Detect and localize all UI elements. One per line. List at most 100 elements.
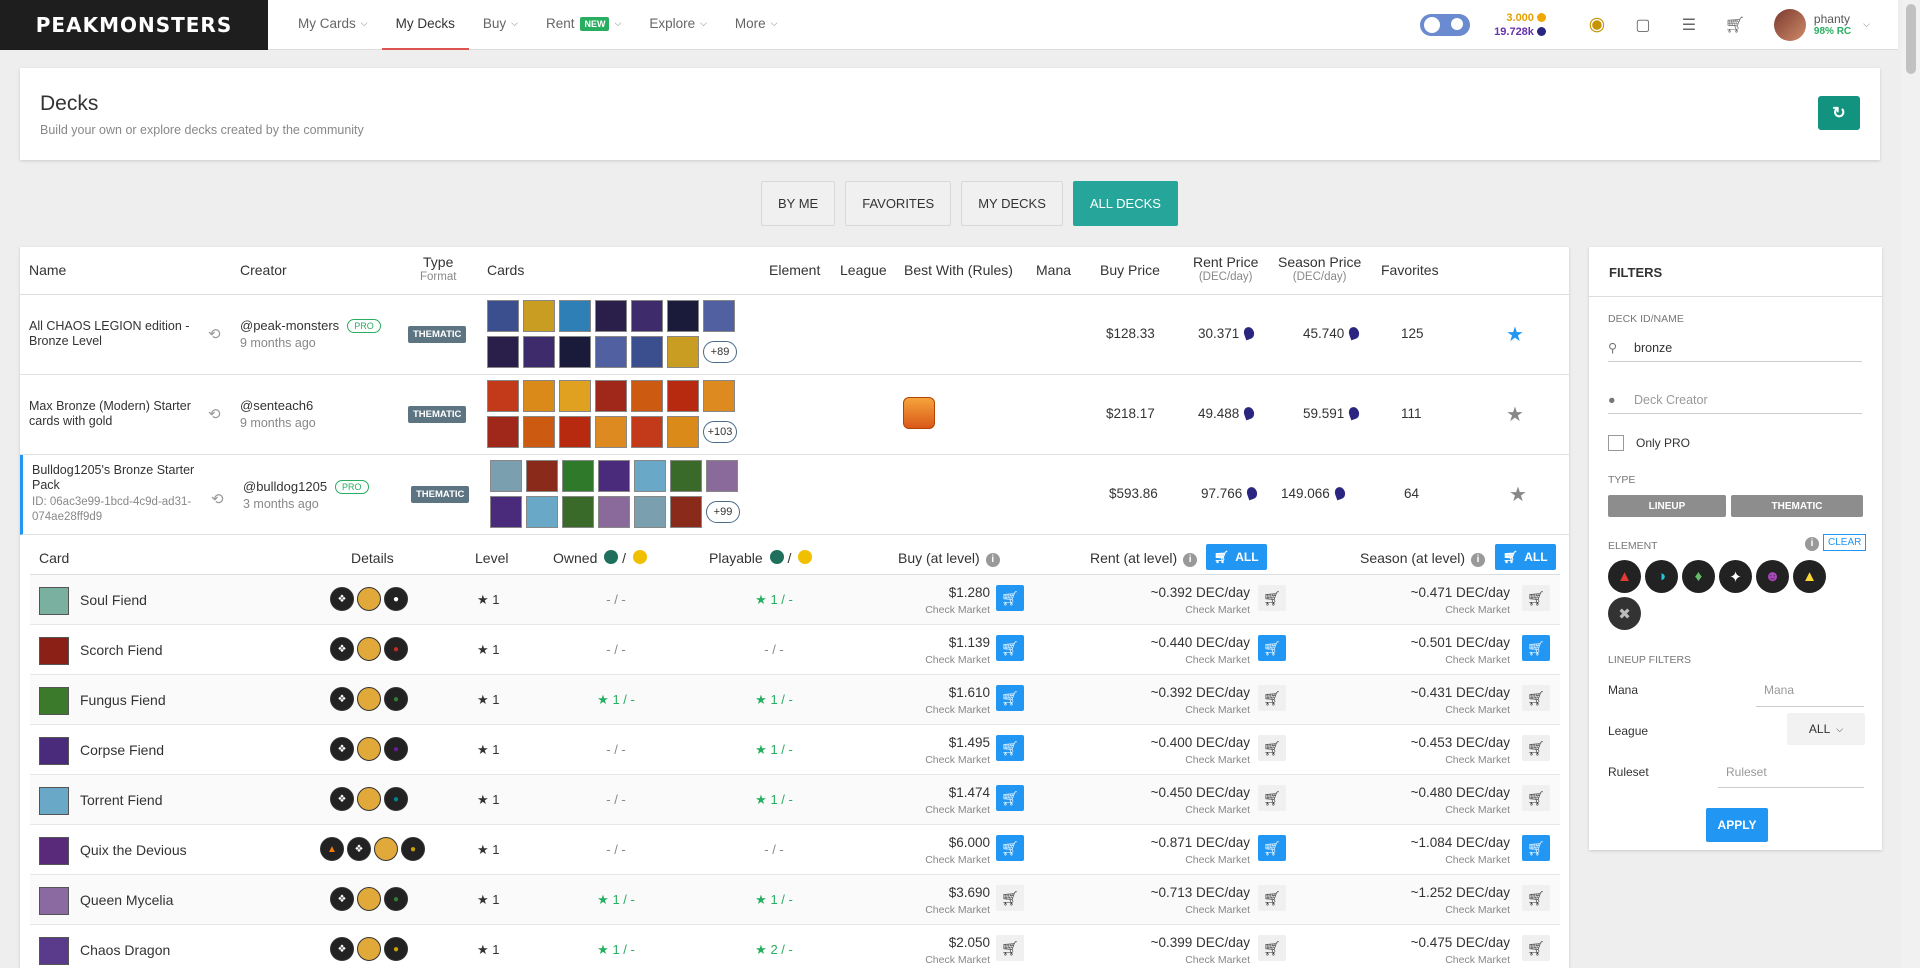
neutral-element-icon[interactable]: ✖: [1608, 597, 1641, 630]
cart-icon[interactable]: 🛒︎: [1722, 12, 1748, 38]
tab-all-decks[interactable]: ALL DECKS: [1072, 181, 1178, 226]
rent-all-button[interactable]: 🛒︎ ALL: [1206, 544, 1267, 570]
check-market-link[interactable]: Check Market: [910, 804, 990, 816]
card-name[interactable]: Soul Fiend: [80, 592, 147, 608]
card-thumbnail[interactable]: [634, 460, 666, 492]
chat-icon[interactable]: ◉: [1584, 12, 1610, 38]
table-row[interactable]: Scorch Fiend ❖ ● ★ 1 - / - - / - $1.139 C…: [30, 625, 1560, 675]
season-cart-button[interactable]: 🛒︎: [1522, 635, 1550, 661]
card-name[interactable]: Chaos Dragon: [80, 942, 170, 958]
season-cart-button[interactable]: 🛒︎: [1522, 785, 1550, 811]
table-row[interactable]: Fungus Fiend ❖ ● ★ 1 ★ 1 / - ★ 1 / - $1.…: [30, 675, 1560, 725]
rent-cart-button[interactable]: 🛒︎: [1258, 785, 1286, 811]
nav-item[interactable]: Rent NEW ⌵: [532, 0, 635, 50]
card-thumbnail[interactable]: [559, 336, 591, 368]
share-icon[interactable]: ⟲: [208, 325, 221, 343]
life-element-icon[interactable]: ✦: [1719, 560, 1752, 593]
card-thumbnail[interactable]: [562, 496, 594, 528]
check-market-link[interactable]: Check Market: [1120, 854, 1250, 866]
col-favorites[interactable]: Favorites: [1381, 262, 1439, 278]
season-cart-button[interactable]: 🛒︎: [1522, 685, 1550, 711]
season-all-button[interactable]: 🛒︎ ALL: [1495, 544, 1556, 570]
more-cards-badge[interactable]: +89: [703, 341, 737, 363]
favorite-star-icon[interactable]: ★: [1506, 322, 1524, 347]
check-market-link[interactable]: Check Market: [1380, 954, 1510, 966]
card-image[interactable]: [39, 637, 69, 665]
card-thumbnail[interactable]: [634, 496, 666, 528]
buy-cart-button[interactable]: 🛒︎: [996, 585, 1024, 611]
deck-creator-input[interactable]: ● Deck Creator: [1608, 386, 1862, 414]
card-image[interactable]: [39, 887, 69, 915]
apply-button[interactable]: APPLY: [1706, 808, 1768, 842]
check-market-link[interactable]: Check Market: [910, 954, 990, 966]
card-image[interactable]: [39, 837, 69, 865]
fire-element-icon[interactable]: ▲: [1608, 560, 1641, 593]
check-market-link[interactable]: Check Market: [1120, 654, 1250, 666]
rent-cart-button[interactable]: 🛒︎: [1258, 585, 1286, 611]
col-buy-price[interactable]: Buy Price: [1100, 262, 1160, 278]
table-row[interactable]: Queen Mycelia ❖ ● ★ 1 ★ 1 / - ★ 1 / - $3…: [30, 875, 1560, 925]
deck-name[interactable]: Bulldog1205's Bronze Starter Pack ID: 06…: [32, 463, 202, 525]
check-market-link[interactable]: Check Market: [910, 654, 990, 666]
deck-creator[interactable]: @peak-monsters PRO 9 months ago: [240, 317, 381, 352]
season-cart-button[interactable]: 🛒︎: [1522, 935, 1550, 961]
card-thumbnail[interactable]: [559, 380, 591, 412]
dragon-element-icon[interactable]: ▲: [1793, 560, 1826, 593]
season-cart-button[interactable]: 🛒︎: [1522, 835, 1550, 861]
table-row[interactable]: Torrent Fiend ❖ ● ★ 1 - / - ★ 1 / - $1.4…: [30, 775, 1560, 825]
more-cards-badge[interactable]: +103: [703, 421, 737, 443]
mana-input[interactable]: Mana: [1764, 683, 1794, 697]
water-element-icon[interactable]: ◑: [1645, 560, 1678, 593]
layers-icon[interactable]: ☰: [1676, 12, 1702, 38]
card-thumbnail[interactable]: [631, 380, 663, 412]
card-name[interactable]: Torrent Fiend: [80, 792, 162, 808]
nav-item[interactable]: My Decks: [381, 0, 469, 50]
tab-favorites[interactable]: FAVORITES: [845, 181, 952, 226]
card-thumbnail[interactable]: [487, 300, 519, 332]
card-thumbnail[interactable]: [487, 416, 519, 448]
card-thumbnail[interactable]: [523, 380, 555, 412]
check-market-link[interactable]: Check Market: [1120, 904, 1250, 916]
card-thumbnail[interactable]: [595, 300, 627, 332]
ruleset-input[interactable]: Ruleset: [1726, 765, 1767, 779]
season-cart-button[interactable]: 🛒︎: [1522, 885, 1550, 911]
nav-item[interactable]: Explore ⌵: [635, 0, 721, 50]
check-market-link[interactable]: Check Market: [1380, 604, 1510, 616]
card-name[interactable]: Corpse Fiend: [80, 742, 164, 758]
card-image[interactable]: [39, 787, 69, 815]
check-market-link[interactable]: Check Market: [910, 754, 990, 766]
season-cart-button[interactable]: 🛒︎: [1522, 735, 1550, 761]
check-market-link[interactable]: Check Market: [1380, 904, 1510, 916]
card-thumbnail[interactable]: [559, 416, 591, 448]
table-row[interactable]: Chaos Dragon ❖ ● ★ 1 ★ 1 / - ★ 2 / - $2.…: [30, 925, 1560, 968]
card-image[interactable]: [39, 687, 69, 715]
check-market-link[interactable]: Check Market: [910, 904, 990, 916]
buy-cart-button[interactable]: 🛒︎: [996, 935, 1024, 961]
card-thumbnail[interactable]: [631, 336, 663, 368]
card-image[interactable]: [39, 737, 69, 765]
col-season-price[interactable]: Season Price (DEC/day): [1278, 254, 1361, 283]
card-thumbnail[interactable]: [667, 380, 699, 412]
more-cards-badge[interactable]: +99: [706, 501, 740, 523]
buy-cart-button[interactable]: 🛒︎: [996, 735, 1024, 761]
card-thumbnail[interactable]: [706, 460, 738, 492]
dark-mode-toggle[interactable]: [1420, 13, 1471, 36]
card-thumbnail[interactable]: [595, 416, 627, 448]
check-market-link[interactable]: Check Market: [1120, 704, 1250, 716]
card-thumbnail[interactable]: [490, 496, 522, 528]
earth-element-icon[interactable]: ♦: [1682, 560, 1715, 593]
check-market-link[interactable]: Check Market: [910, 854, 990, 866]
card-thumbnail[interactable]: [631, 416, 663, 448]
refresh-button[interactable]: ↻: [1818, 96, 1860, 130]
card-thumbnail[interactable]: [526, 460, 558, 492]
clear-button[interactable]: CLEAR: [1823, 534, 1867, 551]
table-row[interactable]: Soul Fiend ❖ ● ★ 1 - / - ★ 1 / - $1.280 C…: [30, 575, 1560, 625]
card-thumbnail[interactable]: [595, 380, 627, 412]
check-market-link[interactable]: Check Market: [1120, 954, 1250, 966]
inbox-icon[interactable]: ▢: [1630, 12, 1656, 38]
card-thumbnail[interactable]: [598, 496, 630, 528]
deck-name-input[interactable]: ⚲ bronze: [1608, 334, 1862, 362]
check-market-link[interactable]: Check Market: [1120, 804, 1250, 816]
user-menu[interactable]: phanty 98% RC ⌵: [1773, 8, 1870, 41]
rent-cart-button[interactable]: 🛒︎: [1258, 885, 1286, 911]
